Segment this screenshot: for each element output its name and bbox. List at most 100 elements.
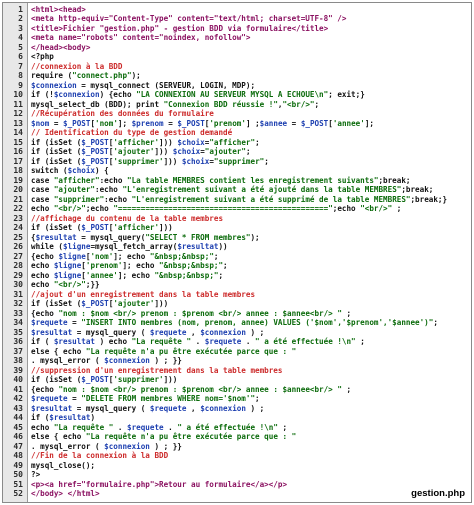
code-line: if (isSet ($_POST['ajouter'])) $choix="a… [31, 147, 251, 156]
code-line: . mysql_error ( $connexion ) ; }} [31, 441, 182, 451]
line-number: 37 [13, 346, 23, 356]
line-number: 42 [13, 394, 23, 403]
code-line: $resultat = mysql_query ( $requete , $co… [31, 403, 265, 413]
line-number: 15 [13, 137, 23, 147]
code-line: //Récupération des données du formulaire [31, 109, 214, 118]
line-number: 6 [18, 52, 23, 61]
line-number: 27 [13, 251, 23, 261]
line-number: 1 [18, 4, 23, 14]
code-line: echo "<br/>";}} [31, 280, 100, 289]
line-number: 33 [13, 308, 23, 318]
code-line: if (isSet ($_POST['afficher'])) $choix="… [31, 137, 260, 147]
line-number: 22 [13, 204, 23, 213]
code-line: mysql_select_db (BDD); print "Connexion … [31, 99, 320, 109]
code-line: else { echo "La requête n'a pu être exéc… [31, 346, 297, 356]
code-line: $nom = $_POST['nom']; $prenom = $_POST['… [31, 118, 374, 128]
file-name-label: gestion.php [411, 488, 465, 499]
code-line: <p><a href="formulaire.php">Retour au fo… [31, 479, 288, 489]
code-line: ?> [31, 470, 41, 479]
code-line: $resultat = mysql_query ( $requete , $co… [31, 327, 265, 337]
line-number: 36 [13, 337, 23, 346]
code-line: // Identification du type de gestion dem… [31, 128, 233, 137]
line-number: 38 [13, 356, 23, 365]
line-number: 8 [18, 71, 23, 80]
line-number: 7 [18, 61, 23, 71]
line-number: 46 [13, 432, 23, 441]
code-line: if (isSet ($_POST['ajouter'])) [31, 299, 169, 308]
code-listing: 1 2 3 4 5 6 7 8 9 10 11 12 13 14 15 16 17 18 19 20 21 22 23 24 2… [2, 2, 472, 503]
code-line: //Fin de la connexion à la BDD [31, 451, 169, 460]
line-number: 40 [13, 375, 23, 384]
line-number: 31 [13, 289, 23, 299]
line-number: 14 [13, 128, 23, 137]
line-number-gutter: 1 2 3 4 5 6 7 8 9 10 11 12 13 14 15 16 17 18 19 20 21 22 23 24 2… [3, 3, 28, 502]
code-line: echo "<br/>";echo "=====================… [31, 204, 402, 213]
code-line: <title>Fichier "gestion.php" - gestion B… [31, 23, 329, 33]
line-number: 25 [13, 232, 23, 242]
line-number: 18 [13, 166, 23, 175]
line-number: 34 [13, 318, 23, 327]
code-line: . mysql_error ( $connexion ) ; }} [31, 356, 182, 365]
code-line: case "afficher":echo "La table MEMBRES c… [31, 175, 411, 185]
line-number: 4 [18, 33, 23, 42]
code-line: case "supprimer":echo "L'enregistrement … [31, 194, 448, 204]
line-number: 43 [13, 403, 23, 413]
line-number: 52 [13, 489, 23, 498]
code-line: if (!$connexion) {echo "LA CONNEXION AU … [31, 90, 365, 99]
line-number: 29 [13, 270, 23, 280]
code-line: if (isSet ($_POST['supprimer'])) $choix=… [31, 156, 269, 166]
line-number: 48 [13, 451, 23, 460]
code-line: switch ($choix) { [31, 166, 109, 175]
line-number: 19 [13, 175, 23, 185]
line-number: 41 [13, 384, 23, 394]
line-number: 45 [13, 422, 23, 432]
line-number: 17 [13, 156, 23, 166]
code-line: </head><body> [31, 42, 91, 52]
code-line: $requete = "DELETE FROM membres WHERE no… [31, 394, 260, 403]
code-line: <meta http-equiv="Content-Type" content=… [31, 14, 347, 23]
line-number: 3 [18, 23, 23, 33]
code-line: </body> </html> [31, 489, 100, 498]
line-number: 12 [13, 109, 23, 118]
code-line: echo $ligne['annee']; echo "&nbsp;&nbsp;… [31, 270, 224, 280]
code-line: {echo $ligne['nom']; echo "&nbsp;&nbsp;"… [31, 251, 219, 261]
code-line: //affichage du contenu de la table membr… [31, 213, 224, 223]
code-line: if (isSet ($_POST['afficher'])) [31, 223, 173, 232]
code-line: echo $ligne['prenom']; echo "&nbsp;&nbsp… [31, 261, 228, 270]
line-number: 16 [13, 147, 23, 156]
code-line: //ajout d'un enregistrement dans la tabl… [31, 289, 256, 299]
line-number: 28 [13, 261, 23, 270]
code-line: echo "La requête " . $requete . " a été … [31, 422, 288, 432]
line-number: 2 [18, 14, 23, 23]
code-line: require ("connect.php"); [31, 71, 141, 80]
line-number: 47 [13, 441, 23, 451]
line-number: 13 [13, 118, 23, 128]
line-number: 9 [18, 80, 23, 90]
code-line: <html><head> [31, 4, 86, 14]
code-line: if ($resultat) [31, 413, 96, 422]
line-number: 32 [13, 299, 23, 308]
code-line: //suppression d'un enregistrement dans l… [31, 365, 283, 375]
line-number: 39 [13, 365, 23, 375]
line-number: 44 [13, 413, 23, 422]
code-line: case "ajouter":echo "L'enregistrement su… [31, 185, 434, 194]
line-number: 10 [13, 90, 23, 99]
line-number: 5 [18, 42, 23, 52]
code-line: <?php [31, 52, 54, 61]
code-line: $connexion = mysql_connect (SERVEUR, LOG… [31, 80, 256, 90]
code-line: //connexion à la BDD [31, 61, 123, 71]
line-number: 24 [13, 223, 23, 232]
code-line: else { echo "La requête n'a pu être exéc… [31, 432, 297, 441]
code-line: {echo "nom : $nom <br/> prenom : $prenom… [31, 308, 352, 318]
line-number: 23 [13, 213, 23, 223]
code-line: $requete = "INSERT INTO membres (nom, pr… [31, 318, 438, 327]
line-number: 49 [13, 460, 23, 470]
code-line: while ($ligne=mysql_fetch_array($resulta… [31, 242, 228, 251]
line-number: 50 [13, 470, 23, 479]
line-number: 51 [13, 479, 23, 489]
code-line: {$resultat = mysql_query("SELECT * FROM … [31, 232, 260, 242]
line-number: 21 [13, 194, 23, 204]
line-number: 30 [13, 280, 23, 289]
code-line: {echo "nom : $nom <br/> prenom : $prenom… [31, 384, 352, 394]
code-line: <meta name="robots" content="noindex, no… [31, 33, 251, 42]
